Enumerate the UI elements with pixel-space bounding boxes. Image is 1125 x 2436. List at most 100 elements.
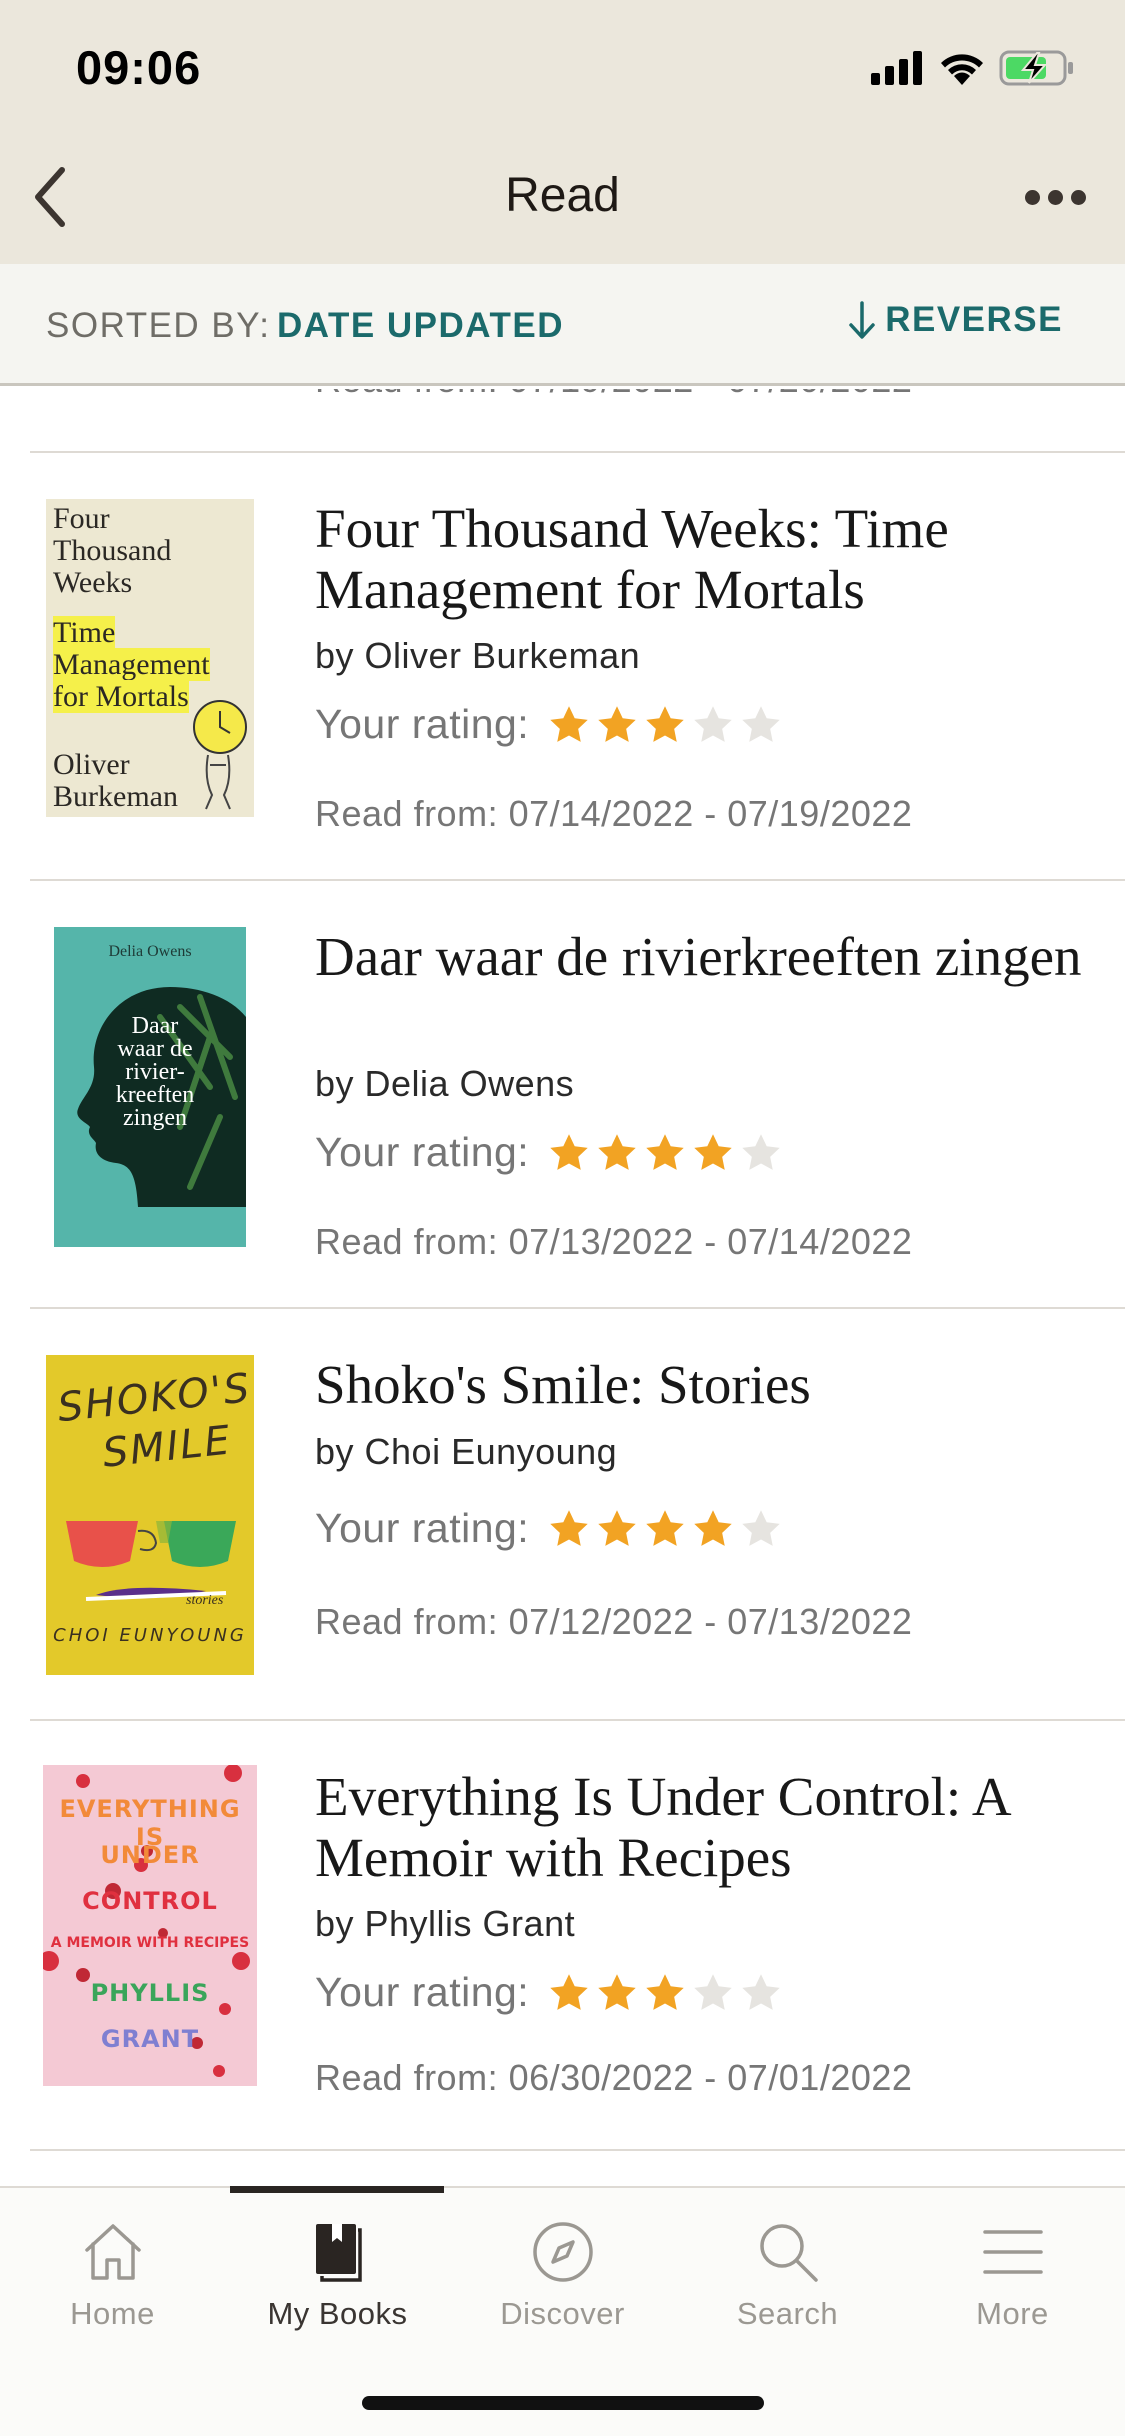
- cover-text: PHYLLIS: [90, 1979, 210, 2007]
- book-author[interactable]: by Delia Owens: [315, 1063, 574, 1105]
- read-dates: Read from: 06/30/2022 - 07/01/2022: [315, 2057, 913, 2098]
- partial-read-dates: Read from: 07/19/2022 - 07/20/2022: [315, 389, 912, 401]
- cover-text: UNDER: [100, 1841, 200, 1869]
- book-cover[interactable]: SHOKO'S SMILE stories CHOI EUNYOUNG: [46, 1355, 254, 1675]
- star-filled-icon[interactable]: [643, 703, 687, 747]
- read-dates: Read from: 07/12/2022 - 07/13/2022: [315, 1601, 913, 1642]
- menu-icon: [973, 2212, 1053, 2292]
- star-empty-icon[interactable]: [739, 1507, 783, 1551]
- book-author[interactable]: by Phyllis Grant: [315, 1903, 575, 1945]
- rating-label: Your rating:: [315, 701, 530, 747]
- tab-label: Home: [70, 2296, 155, 2331]
- dot: [1047, 189, 1063, 205]
- rating-label: Your rating:: [315, 1129, 530, 1175]
- sort-bar: SORTED BY: DATE UPDATED REVERSE: [0, 264, 1125, 386]
- star-rating[interactable]: [547, 703, 783, 747]
- cover-text: Oliver: [53, 748, 130, 781]
- book-cover[interactable]: Four Thousand Weeks Time Management for …: [46, 499, 254, 817]
- cellular-signal-icon: [871, 51, 922, 85]
- tab-discover[interactable]: Discover: [450, 2188, 675, 2368]
- star-filled-icon[interactable]: [547, 1971, 591, 2015]
- tab-more[interactable]: More: [900, 2188, 1125, 2368]
- rating-row: Your rating:: [315, 1129, 783, 1176]
- star-filled-icon[interactable]: [547, 703, 591, 747]
- cover-text: Burkeman: [53, 780, 178, 813]
- cover-text: Management: [53, 648, 210, 681]
- star-filled-icon[interactable]: [595, 1507, 639, 1551]
- rating-row: Your rating:: [315, 1505, 783, 1552]
- star-filled-icon[interactable]: [691, 1507, 735, 1551]
- cover-text: Daar: [131, 1013, 179, 1039]
- book-row[interactable]: SHOKO'S SMILE stories CHOI EUNYOUNG Shok…: [0, 1309, 1125, 1721]
- star-filled-icon[interactable]: [643, 1131, 687, 1175]
- cover-text: for Mortals: [53, 680, 189, 713]
- arrow-down-icon: [849, 301, 875, 339]
- star-filled-icon[interactable]: [643, 1971, 687, 2015]
- reverse-sort-button[interactable]: REVERSE: [847, 300, 1063, 340]
- cover-text: waar de: [117, 1036, 193, 1062]
- dot: [1024, 189, 1040, 205]
- tab-my-books[interactable]: My Books: [225, 2188, 450, 2368]
- wifi-icon: [941, 54, 983, 85]
- sort-label: SORTED BY:: [46, 306, 271, 345]
- cover-text: GRANT: [100, 2025, 200, 2053]
- book-row[interactable]: Four Thousand Weeks Time Management for …: [0, 453, 1125, 881]
- book-title[interactable]: Shoko's Smile: Stories: [315, 1354, 1095, 1415]
- star-filled-icon[interactable]: [595, 1971, 639, 2015]
- divider: [30, 2149, 1125, 2151]
- star-empty-icon[interactable]: [691, 1971, 735, 2015]
- cover-text: rivier-: [125, 1059, 185, 1085]
- rating-label: Your rating:: [315, 1505, 530, 1551]
- book-row[interactable]: Delia Owens Daar waar de rivier- kreefte…: [0, 881, 1125, 1309]
- star-empty-icon[interactable]: [739, 1971, 783, 2015]
- star-filled-icon[interactable]: [547, 1131, 591, 1175]
- book-author[interactable]: by Choi Eunyoung: [315, 1431, 617, 1473]
- search-icon: [748, 2212, 828, 2292]
- tab-label: My Books: [267, 2296, 408, 2331]
- star-filled-icon[interactable]: [595, 703, 639, 747]
- dot: [1070, 189, 1086, 205]
- cover-text: CONTROL: [82, 1887, 218, 1915]
- star-rating[interactable]: [547, 1507, 783, 1551]
- cover-text: Delia Owens: [108, 943, 192, 960]
- reverse-label: REVERSE: [885, 300, 1063, 339]
- star-rating[interactable]: [547, 1131, 783, 1175]
- book-author[interactable]: by Oliver Burkeman: [315, 635, 640, 677]
- cover-text: Four: [53, 502, 110, 535]
- star-filled-icon[interactable]: [643, 1507, 687, 1551]
- book-cover[interactable]: EVERYTHING IS UNDER CONTROL A MEMOIR WIT…: [43, 1765, 257, 2086]
- cover-text: stories: [186, 1593, 224, 1608]
- tab-home[interactable]: Home: [0, 2188, 225, 2368]
- read-dates: Read from: 07/14/2022 - 07/19/2022: [315, 793, 913, 834]
- cover-text: A MEMOIR WITH RECIPES: [50, 1935, 250, 1951]
- more-options-button[interactable]: [1015, 170, 1095, 224]
- book-row[interactable]: EVERYTHING IS UNDER CONTROL A MEMOIR WIT…: [0, 1721, 1125, 2151]
- star-empty-icon[interactable]: [739, 1131, 783, 1175]
- cover-text: Thousand: [53, 534, 172, 567]
- sort-by-button[interactable]: DATE UPDATED: [277, 306, 564, 346]
- home-indicator[interactable]: [362, 2396, 764, 2410]
- tab-label: More: [976, 2296, 1049, 2331]
- star-filled-icon[interactable]: [547, 1507, 591, 1551]
- home-icon: [73, 2212, 153, 2292]
- book-title[interactable]: Everything Is Under Control: A Memoir wi…: [315, 1766, 1095, 1888]
- rating-label: Your rating:: [315, 1969, 530, 2015]
- star-filled-icon[interactable]: [595, 1131, 639, 1175]
- star-rating[interactable]: [547, 1971, 783, 2015]
- page-title: Read: [505, 169, 620, 222]
- star-empty-icon[interactable]: [691, 703, 735, 747]
- book-title[interactable]: Four Thousand Weeks: Time Management for…: [315, 498, 1095, 620]
- star-filled-icon[interactable]: [691, 1131, 735, 1175]
- book-title[interactable]: Daar waar de rivierkreeften zingen: [315, 926, 1095, 987]
- cover-text: zingen: [123, 1105, 187, 1131]
- read-dates: Read from: 07/13/2022 - 07/14/2022: [315, 1221, 913, 1262]
- star-empty-icon[interactable]: [739, 703, 783, 747]
- cover-text: CHOI EUNYOUNG: [53, 1625, 247, 1646]
- cover-text: Weeks: [53, 566, 133, 599]
- status-time: 09:06: [76, 41, 202, 94]
- book-cover[interactable]: Delia Owens Daar waar de rivier- kreefte…: [54, 927, 246, 1247]
- book-icon: [298, 2212, 378, 2292]
- rating-row: Your rating:: [315, 701, 783, 748]
- tab-label: Discover: [500, 2296, 625, 2331]
- tab-search[interactable]: Search: [675, 2188, 900, 2368]
